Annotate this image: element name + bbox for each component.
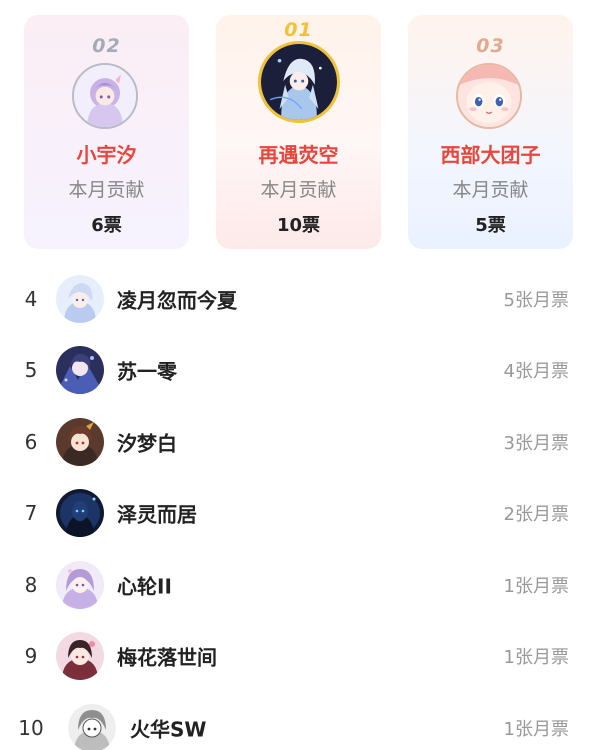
vote-count: 6票 — [91, 215, 122, 236]
avatar[interactable] — [56, 489, 104, 538]
anime-avatar-icon — [261, 44, 337, 120]
monthly-ticket-ranking: 02 小宇汐 本月贡献 6票 01 再遇荧空 本月贡献 10票 03 西部大团子… — [0, 0, 597, 750]
rank-number: 8 — [24, 572, 38, 597]
avatar[interactable] — [56, 274, 104, 323]
contribution-label: 本月贡献 — [68, 179, 145, 201]
user-name[interactable]: 火华SW — [130, 713, 206, 742]
anime-avatar-icon — [56, 489, 104, 538]
rank-number: 6 — [24, 429, 38, 454]
contribution-label: 本月贡献 — [260, 179, 337, 201]
user-name[interactable]: 凌月忽而今夏 — [117, 284, 237, 313]
ticket-count: 4张月票 — [503, 361, 569, 383]
list-item[interactable]: 9 梅花落世间 1张月票 — [0, 621, 597, 693]
rank-number: 4 — [24, 286, 38, 311]
avatar[interactable] — [56, 632, 104, 681]
rank-number: 5 — [24, 358, 38, 383]
ticket-count: 3张月票 — [503, 432, 569, 454]
avatar[interactable] — [72, 63, 138, 129]
ticket-count: 1张月票 — [503, 647, 569, 669]
user-name[interactable]: 泽灵而居 — [117, 499, 197, 528]
rank-number: 01 — [284, 19, 313, 41]
contribution-label: 本月贡献 — [452, 179, 529, 201]
user-name[interactable]: 再遇荧空 — [216, 139, 381, 168]
avatar[interactable] — [56, 346, 104, 395]
avatar[interactable] — [56, 417, 104, 466]
ticket-count: 2张月票 — [503, 504, 569, 526]
user-name[interactable]: 西部大团子 — [408, 139, 573, 168]
podium-card-rank-3[interactable]: 03 西部大团子 本月贡献 5票 — [408, 15, 573, 249]
avatar[interactable] — [56, 560, 104, 609]
top-three-podium: 02 小宇汐 本月贡献 6票 01 再遇荧空 本月贡献 10票 03 西部大团子… — [0, 0, 597, 250]
rank-number: 7 — [24, 501, 38, 526]
podium-card-rank-1[interactable]: 01 再遇荧空 本月贡献 10票 — [216, 15, 381, 249]
list-item[interactable]: 10 火华SW 1张月票 — [0, 692, 597, 750]
list-item[interactable]: 4 凌月忽而今夏 5张月票 — [0, 263, 597, 335]
vote-count: 5票 — [475, 215, 506, 236]
ticket-count: 5张月票 — [503, 289, 569, 311]
user-name[interactable]: 梅花落世间 — [117, 642, 217, 671]
user-name[interactable]: 汐梦白 — [117, 427, 177, 456]
ranking-list: 4 凌月忽而今夏 5张月票 5 苏一零 4张月票 6 汐梦白 3张月票 7 泽灵… — [0, 263, 597, 750]
ticket-count: 1张月票 — [503, 575, 569, 597]
anime-avatar-icon — [56, 560, 104, 609]
list-item[interactable]: 6 汐梦白 3张月票 — [0, 406, 597, 478]
avatar[interactable] — [68, 703, 116, 750]
avatar[interactable] — [456, 63, 522, 129]
user-name[interactable]: 小宇汐 — [24, 139, 189, 168]
rank-number: 10 — [18, 715, 44, 740]
user-name[interactable]: 心轮II — [117, 570, 172, 599]
anime-avatar-icon — [56, 274, 104, 323]
anime-avatar-icon — [74, 65, 136, 127]
anime-avatar-icon — [56, 346, 104, 395]
anime-avatar-icon — [56, 417, 104, 466]
anime-avatar-icon — [56, 632, 104, 681]
user-name[interactable]: 苏一零 — [117, 356, 177, 385]
vote-count: 10票 — [276, 215, 321, 236]
list-item[interactable]: 7 泽灵而居 2张月票 — [0, 478, 597, 550]
podium-card-rank-2[interactable]: 02 小宇汐 本月贡献 6票 — [24, 15, 189, 249]
anime-avatar-icon — [458, 65, 520, 127]
list-item[interactable]: 8 心轮II 1张月票 — [0, 549, 597, 621]
list-item[interactable]: 5 苏一零 4张月票 — [0, 335, 597, 407]
rank-number: 02 — [92, 35, 121, 57]
avatar[interactable] — [258, 41, 340, 123]
ticket-count: 1张月票 — [503, 718, 569, 740]
rank-number: 9 — [24, 644, 38, 669]
rank-number: 03 — [476, 35, 505, 57]
anime-avatar-icon — [68, 703, 116, 750]
